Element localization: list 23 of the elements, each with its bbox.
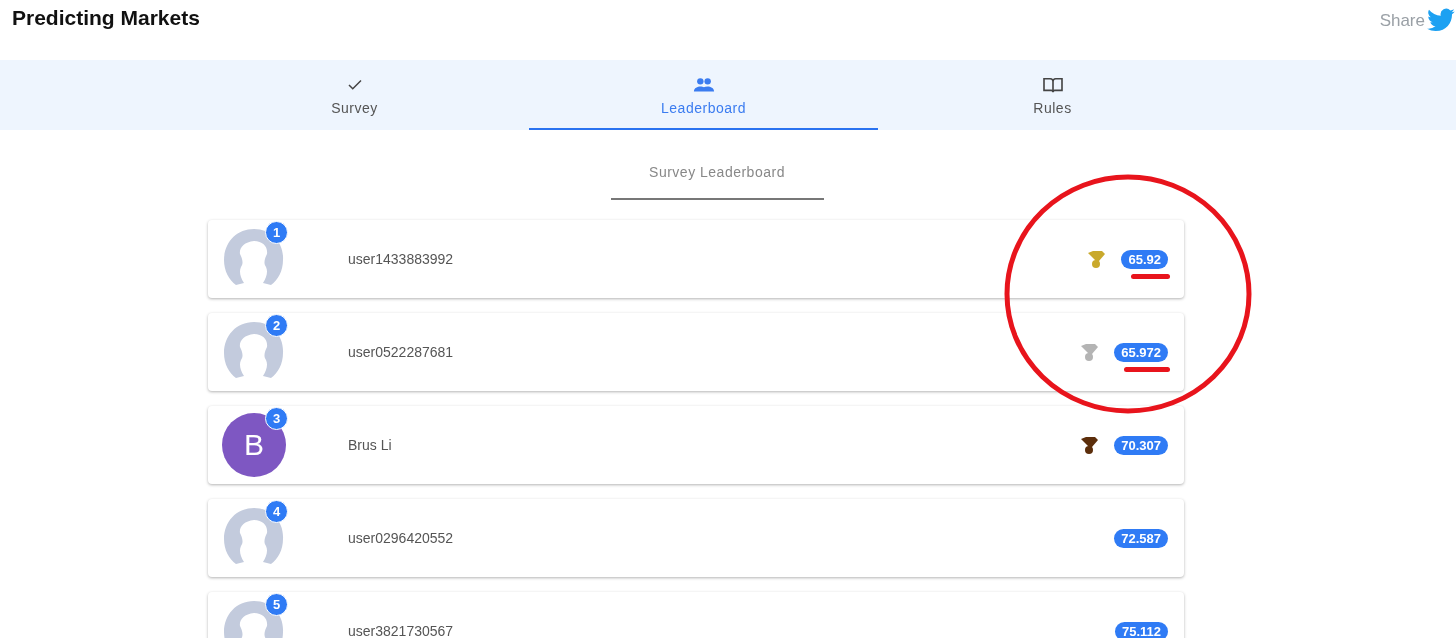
section-heading: Survey Leaderboard bbox=[610, 164, 824, 200]
user-name: user1433883992 bbox=[348, 251, 455, 267]
tab[interactable]: Survey bbox=[180, 60, 529, 130]
rank-badge: 2 bbox=[265, 314, 288, 337]
tab[interactable]: Leaderboard bbox=[529, 60, 878, 130]
rank-badge: 1 bbox=[265, 221, 288, 244]
score-badge: 72.587 bbox=[1114, 528, 1168, 548]
tab[interactable]: Rules bbox=[878, 60, 1227, 130]
rank-badge: 3 bbox=[265, 407, 288, 430]
user-name: user0296420552 bbox=[348, 530, 455, 546]
rank-badge: 5 bbox=[265, 593, 288, 616]
score-badge: 70.307 bbox=[1114, 435, 1168, 455]
user-name: user3821730567 bbox=[348, 623, 455, 638]
score-badge: 65.972 bbox=[1114, 342, 1168, 362]
people-icon bbox=[692, 76, 715, 94]
score-badge: 75.112 bbox=[1114, 621, 1168, 638]
user-name: Brus Li bbox=[348, 437, 393, 453]
score-badge: 65.92 bbox=[1121, 249, 1168, 269]
book-icon bbox=[1041, 76, 1064, 94]
user-name: user0522287681 bbox=[348, 344, 455, 360]
bird-icon bbox=[1426, 8, 1456, 34]
rank-badge: 4 bbox=[265, 500, 288, 523]
app-title: Predicting Markets bbox=[12, 6, 200, 30]
